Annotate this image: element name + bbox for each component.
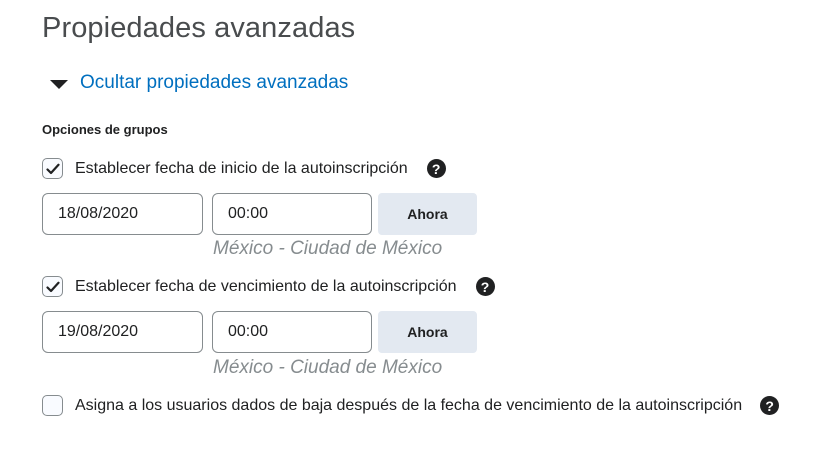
end-date-row: Establecer fecha de vencimiento de la au… — [42, 276, 495, 297]
start-timezone-label: México - Ciudad de México — [213, 238, 443, 259]
assign-dropped-users-label: Asigna a los usuarios dados de baja desp… — [75, 396, 743, 414]
start-date-input[interactable]: 18/08/2020 — [42, 193, 203, 235]
page-title: Propiedades avanzadas — [42, 12, 356, 44]
caret-down-icon — [50, 79, 68, 89]
end-timezone-label: México - Ciudad de México — [213, 357, 443, 378]
help-circle-icon[interactable]: ? — [426, 159, 446, 178]
toggle-label: Ocultar propiedades avanzadas — [80, 72, 349, 93]
assign-dropped-users-checkbox[interactable] — [42, 395, 63, 416]
end-date-input[interactable]: 19/08/2020 — [42, 311, 203, 353]
end-date-label: Establecer fecha de vencimiento de la au… — [75, 277, 457, 295]
start-now-button[interactable]: Ahora — [378, 193, 477, 235]
end-time-input[interactable]: 00:00 — [212, 311, 372, 353]
checkmark-icon — [45, 281, 60, 292]
section-label-group-options: Opciones de grupos — [42, 122, 168, 137]
start-date-label: Establecer fecha de inicio de la autoins… — [75, 159, 408, 177]
help-circle-icon[interactable]: ? — [760, 396, 780, 415]
end-date-checkbox[interactable] — [42, 276, 63, 297]
start-time-input[interactable]: 00:00 — [212, 193, 372, 235]
start-date-row: Establecer fecha de inicio de la autoins… — [42, 158, 446, 179]
hide-advanced-properties-toggle[interactable]: Ocultar propiedades avanzadas — [50, 72, 348, 94]
help-circle-icon[interactable]: ? — [475, 277, 495, 296]
end-now-button[interactable]: Ahora — [378, 311, 477, 353]
assign-row: Asigna a los usuarios dados de baja desp… — [42, 395, 780, 416]
start-date-checkbox[interactable] — [42, 158, 63, 179]
checkmark-icon — [45, 163, 60, 174]
